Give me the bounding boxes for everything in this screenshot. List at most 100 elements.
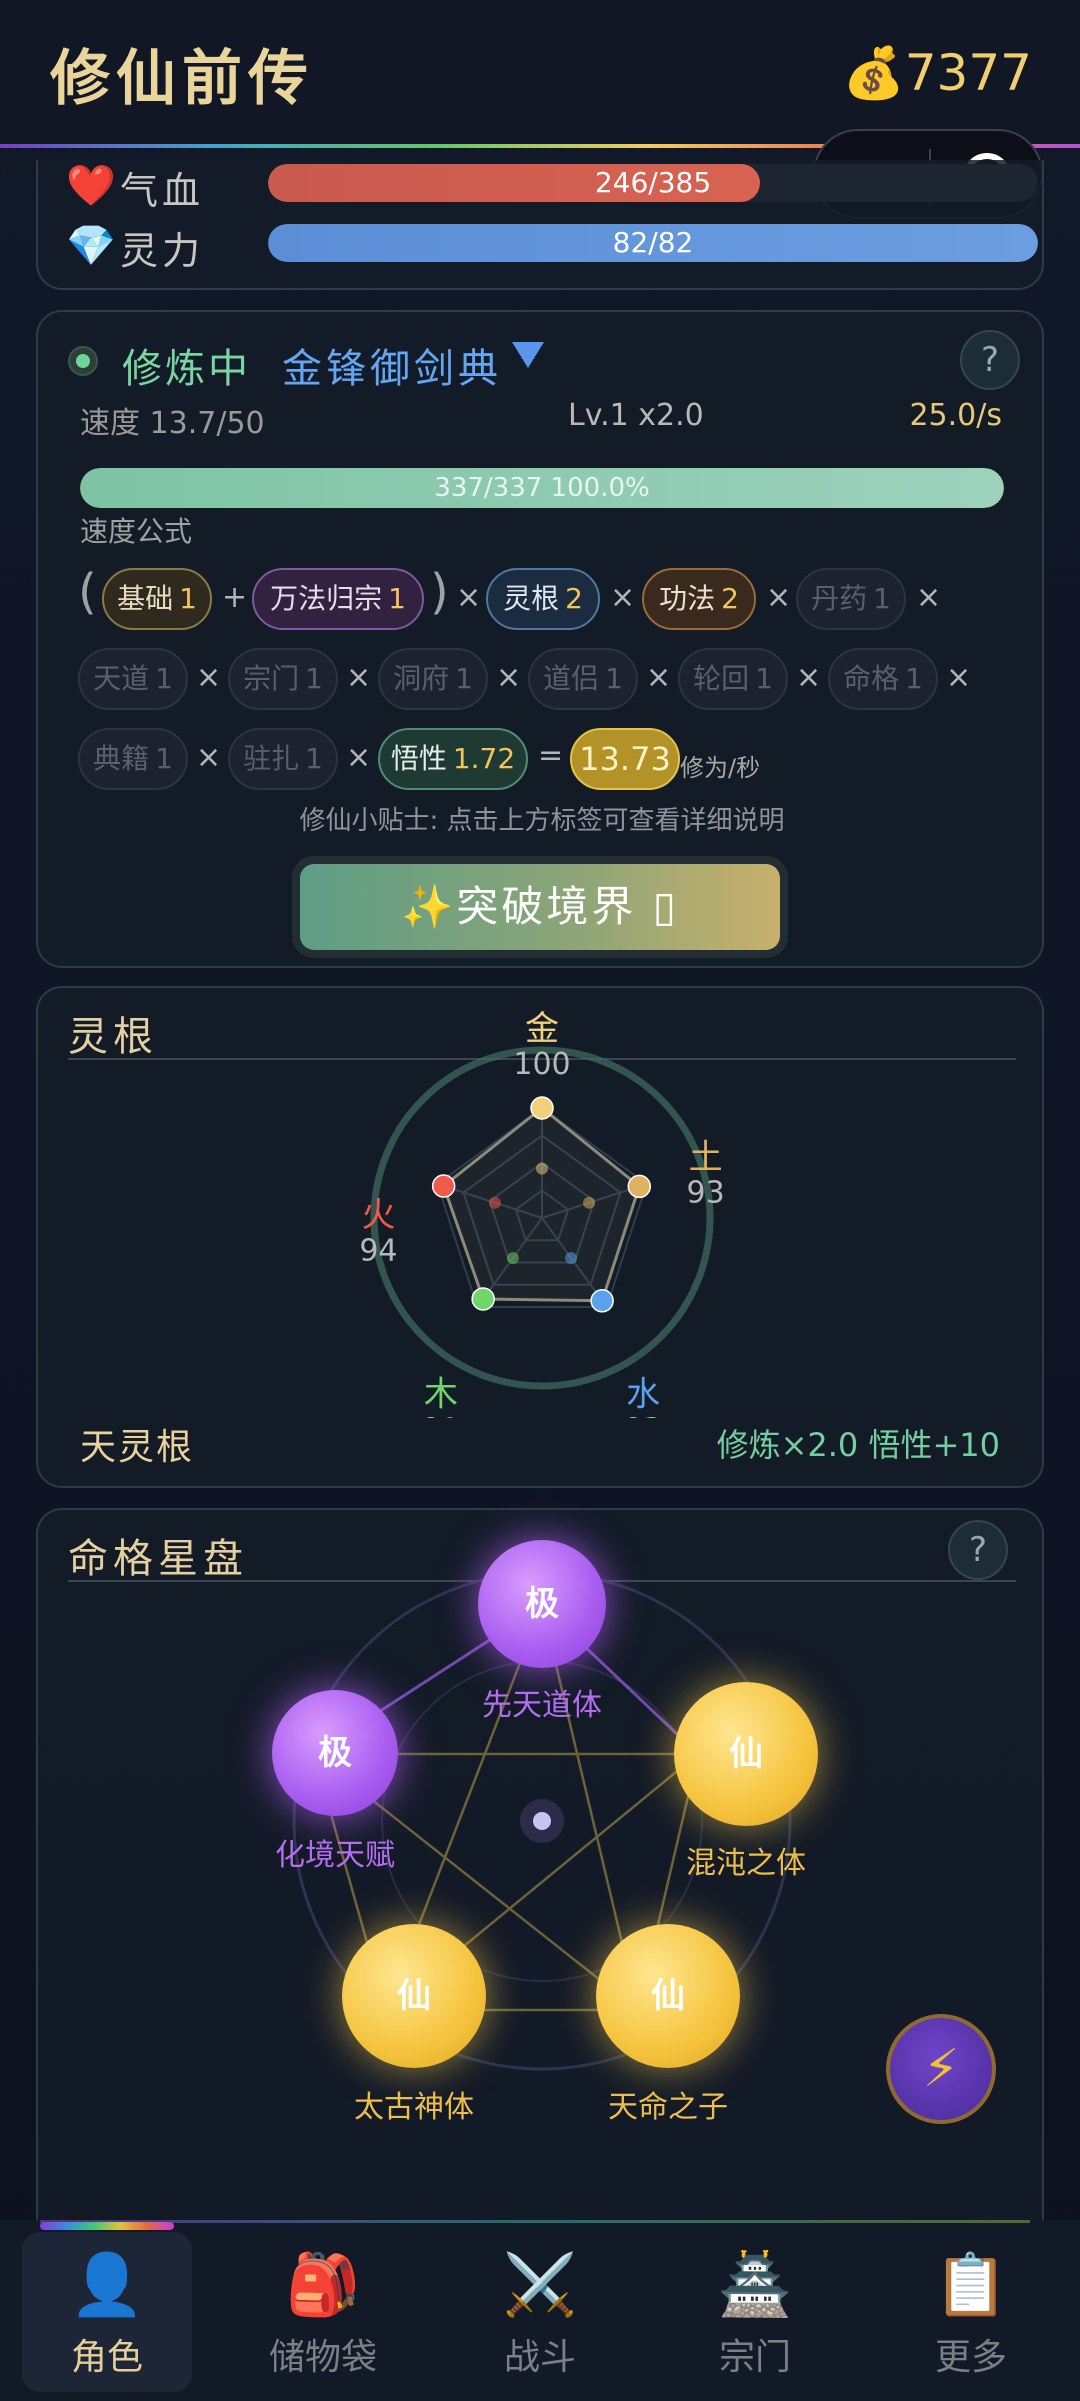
factor-chip-base[interactable]: 基础 1 — [102, 568, 212, 630]
cultivation-panel: 修炼中 金锋御剑典 ? 速度 13.7/50 Lv.1 x2.0 25.0/s … — [36, 310, 1044, 968]
formula-plus: + — [222, 580, 248, 615]
formula-times: × — [496, 660, 522, 695]
factor-chip-reincarnation[interactable]: 轮回 1 — [678, 648, 788, 710]
formula-open-paren: ( — [78, 564, 97, 620]
radar-inner-dot-3 — [506, 1252, 519, 1265]
factor-chip-technique[interactable]: 功法 2 — [642, 568, 756, 630]
factor-chip-destiny[interactable]: 命格 1 — [828, 648, 938, 710]
factor-chip-sect[interactable]: 宗门 1 — [228, 648, 338, 710]
formula-label: 速度公式 — [80, 515, 193, 548]
radar-value-1: 93 — [686, 1176, 724, 1211]
tab-storage-bag[interactable]: 🎒 储物袋 — [238, 2232, 408, 2392]
coin-balance: 💰7377 — [842, 44, 1032, 103]
cultivation-status: 修炼中 — [122, 346, 251, 392]
clipboard-icon: 📋 — [933, 2250, 1009, 2320]
cultivation-progress-bar: 337/337 100.0% — [80, 468, 1004, 508]
radar-point-2 — [590, 1289, 614, 1313]
spirit-root-bonus: 修炼×2.0 悟性+10 — [716, 1426, 1000, 1464]
app-title: 修仙前传 — [50, 44, 314, 114]
radar-value-3: 91 — [422, 1412, 460, 1418]
tab-more[interactable]: 📋 更多 — [886, 2232, 1056, 2392]
result-unit: 修为/秒 — [680, 754, 761, 782]
factor-chip-pill[interactable]: 丹药 1 — [796, 568, 906, 630]
radar-label-3: 木 — [424, 1374, 458, 1414]
radar-label-4: 火 — [361, 1196, 395, 1236]
formula-times: × — [646, 660, 672, 695]
factor-chip-scripture[interactable]: 典籍 1 — [78, 728, 188, 790]
cultivation-tip: 修仙小贴士: 点击上方标签可查看详细说明 — [299, 806, 785, 836]
formula-times: × — [610, 580, 636, 615]
pagoda-icon: 🏯 — [717, 2250, 793, 2320]
radar-label-1: 土 — [689, 1138, 723, 1178]
cultivation-rate: 25.0/s — [909, 398, 1002, 433]
tab-label: 宗门 — [718, 2337, 791, 2378]
destiny-orb-ancient-body[interactable]: 仙 — [342, 1924, 486, 2068]
destiny-label-talent: 化境天赋 — [275, 1838, 395, 1873]
radar-value-2: 93 — [624, 1412, 662, 1418]
radar-label-0: 金 — [525, 1009, 559, 1049]
backpack-icon: 🎒 — [285, 2250, 361, 2320]
mp-row: 💎 灵力 82/82 — [66, 220, 1038, 273]
tab-bar-divider — [40, 2220, 1030, 2223]
tab-label: 战斗 — [503, 2337, 576, 2378]
formula-times: × — [346, 660, 372, 695]
technique-level: Lv.1 x2.0 — [568, 398, 704, 433]
factor-chip-comprehension[interactable]: 悟性 1.72 — [378, 728, 528, 790]
dropdown-arrow-icon[interactable] — [512, 342, 544, 368]
mp-value: 82/82 — [612, 226, 694, 259]
formula-times: × — [946, 660, 972, 695]
mp-label: 灵力 — [120, 229, 205, 273]
destiny-label-chosen-one: 天命之子 — [608, 2090, 728, 2125]
radar-inner-dot-4 — [488, 1196, 501, 1209]
spirit-root-name: 天灵根 — [80, 1427, 195, 1468]
factor-chip-cave[interactable]: 洞府 1 — [378, 648, 488, 710]
factor-chip-wanfa[interactable]: 万法归宗 1 — [252, 568, 424, 630]
destiny-orb-chaos-body[interactable]: 仙 — [674, 1682, 818, 1826]
tab-label: 更多 — [934, 2337, 1007, 2378]
radar-label-2: 水 — [626, 1374, 660, 1414]
cultivation-help-button[interactable]: ? — [960, 330, 1020, 390]
diamond-icon: 💎 — [66, 223, 116, 269]
coin-count: 7377 — [904, 44, 1032, 102]
heart-icon: ❤️ — [66, 163, 116, 209]
bottom-tab-bar: 👤 角色 🎒 储物袋 ⚔️ 战斗 🏯 宗门 📋 更多 — [0, 2220, 1080, 2401]
destiny-label-chaos-body: 混沌之体 — [686, 1846, 806, 1881]
breakthrough-button[interactable]: ✨突破境界 ▯ — [300, 864, 780, 950]
factor-chip-spirit-root[interactable]: 灵根 2 — [486, 568, 600, 630]
formula-times: × — [796, 660, 822, 695]
tab-character[interactable]: 👤 角色 — [22, 2232, 192, 2392]
formula-times: × — [916, 580, 942, 615]
tab-sect[interactable]: 🏯 宗门 — [670, 2232, 840, 2392]
user-icon: 👤 — [69, 2250, 145, 2320]
active-tab-indicator — [40, 2222, 174, 2230]
destiny-orb-talent[interactable]: 极 — [272, 1690, 398, 1816]
hp-row: ❤️ 气血 246/385 — [66, 160, 1038, 213]
lightning-action-button[interactable]: ⚡ — [886, 2014, 996, 2124]
technique-selector[interactable]: 金锋御剑典 — [282, 336, 502, 394]
radar-inner-dot-1 — [583, 1196, 596, 1209]
radar-value-area — [441, 1106, 642, 1303]
factor-chip-partner[interactable]: 道侣 1 — [528, 648, 638, 710]
factor-chip-heaven[interactable]: 天道 1 — [78, 648, 188, 710]
destiny-orb-innate-body[interactable]: 极 — [478, 1540, 606, 1668]
tab-battle[interactable]: ⚔️ 战斗 — [455, 2232, 625, 2392]
formula-times: × — [196, 660, 222, 695]
formula-times: × — [196, 740, 222, 775]
tab-label: 角色 — [70, 2337, 143, 2378]
formula-close-paren: ) — [430, 564, 449, 620]
status-indicator-icon — [68, 346, 98, 376]
radar-point-0 — [530, 1096, 554, 1120]
formula-result: 13.73 — [570, 728, 680, 790]
formula-times: × — [766, 580, 792, 615]
hp-label: 气血 — [120, 169, 205, 213]
radar-inner-dot-2 — [565, 1252, 578, 1265]
radar-value-0: 100 — [513, 1047, 570, 1082]
factor-chip-station[interactable]: 驻扎 1 — [228, 728, 338, 790]
spirit-root-radar: 金100土93水93木91火94 — [359, 1009, 724, 1418]
hp-value: 246/385 — [594, 166, 712, 199]
destiny-orb-chosen-one[interactable]: 仙 — [596, 1924, 740, 2068]
cultivation-progress-text: 337/337 100.0% — [434, 473, 650, 503]
radar-point-3 — [471, 1287, 495, 1311]
vitals-panel: ❤️ 气血 246/385 💎 灵力 82/82 — [36, 160, 1044, 290]
formula-times: × — [456, 580, 482, 615]
